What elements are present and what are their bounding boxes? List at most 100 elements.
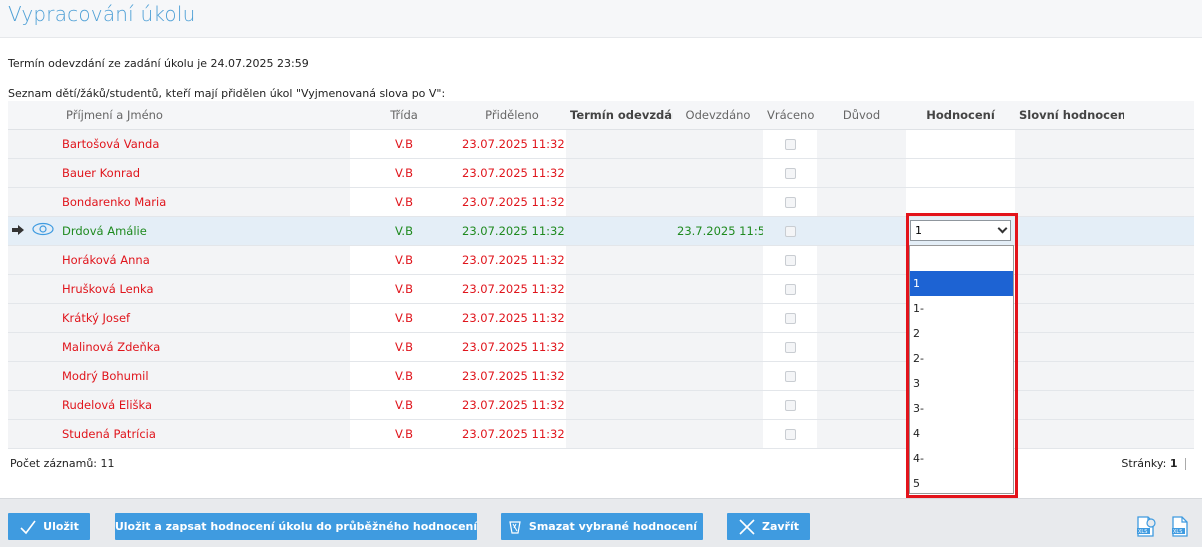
header-assigned[interactable]: Přiděleno [458,101,566,130]
grade-dropdown-list[interactable]: 1 1- 2 2- 3 3- 4 4- 5 [909,245,1014,494]
header-returned[interactable]: Vráceno [763,101,817,130]
reason-cell[interactable] [817,187,906,217]
returned-cell [763,158,817,188]
verbal-grade-cell[interactable] [1015,129,1124,159]
delete-selected-button[interactable]: Smazat vybrané hodnocení [501,513,703,540]
row-spacer [1124,303,1194,333]
row-arrow-cell [8,332,28,362]
header-verbal[interactable]: Slovní hodnocení [1015,101,1124,130]
grade-cell[interactable] [906,187,1015,217]
student-name[interactable]: Rudelová Eliška [58,390,350,420]
returned-checkbox[interactable] [784,225,796,237]
student-name[interactable]: Modrý Bohumil [58,361,350,391]
assigned-date: 23.07.2025 11:32 [458,303,566,333]
returned-checkbox[interactable] [784,196,796,208]
table-row[interactable]: Modrý Bohumil V.B 23.07.2025 11:32 [8,361,1194,391]
table-row[interactable]: Malinová Zdeňka V.B 23.07.2025 11:32 [8,332,1194,362]
header-name[interactable]: Příjmení a Jméno [58,101,350,130]
table-row[interactable]: Bondarenko Maria V.B 23.07.2025 11:32 [8,187,1194,217]
student-name[interactable]: Hrušková Lenka [58,274,350,304]
grade-option[interactable]: 4 [910,421,1013,446]
grade-option[interactable]: 5 [910,471,1013,496]
save-button[interactable]: Uložit [8,513,90,540]
verbal-grade-cell[interactable] [1015,245,1124,275]
close-button[interactable]: Zavřít [727,513,810,540]
student-name[interactable]: Malinová Zdeňka [58,332,350,362]
returned-checkbox[interactable] [784,283,796,295]
assigned-date: 23.07.2025 11:32 [458,129,566,159]
student-name[interactable]: Krátký Josef [58,303,350,333]
grade-option[interactable] [910,246,1013,271]
grade-option[interactable]: 3- [910,396,1013,421]
grade-option[interactable]: 2- [910,346,1013,371]
student-name[interactable]: Studená Patrícia [58,419,350,449]
table-row[interactable]: Krátký Josef V.B 23.07.2025 11:32 [8,303,1194,333]
grade-option[interactable]: 4- [910,446,1013,471]
reason-cell[interactable] [817,390,906,420]
save-and-record-button[interactable]: Uložit a zapsat hodnocení úkolu do průbě… [115,513,477,540]
row-arrow-cell [8,303,28,333]
student-name[interactable]: Bartošová Vanda [58,129,350,159]
student-name[interactable]: Bauer Konrad [58,158,350,188]
xls-settings-icon[interactable]: XLS [1134,515,1158,539]
row-spacer [1124,274,1194,304]
header-reason[interactable]: Důvod [817,101,906,130]
table-row[interactable]: Drdová Amálie V.B 23.07.2025 11:32 23.7.202… [8,216,1194,246]
reason-cell[interactable] [817,158,906,188]
verbal-grade-cell[interactable] [1015,332,1124,362]
reason-cell[interactable] [817,274,906,304]
grade-option[interactable]: 3 [910,371,1013,396]
xls-file-icon[interactable]: XLS [1169,515,1191,539]
student-name[interactable]: Drdová Amálie [58,216,350,246]
assigned-date: 23.07.2025 11:32 [458,390,566,420]
table-row[interactable]: Rudelová Eliška V.B 23.07.2025 11:32 [8,390,1194,420]
grade-select[interactable]: 1 [910,220,1011,241]
eraser-icon [509,520,521,534]
returned-checkbox[interactable] [784,167,796,179]
reason-cell[interactable] [817,419,906,449]
page-number[interactable]: 1 [1170,457,1178,470]
returned-checkbox[interactable] [784,138,796,150]
reason-cell[interactable] [817,332,906,362]
returned-checkbox[interactable] [784,254,796,266]
reason-cell[interactable] [817,303,906,333]
table-row[interactable]: Bartošová Vanda V.B 23.07.2025 11:32 [8,129,1194,159]
verbal-grade-cell[interactable] [1015,361,1124,391]
verbal-grade-cell[interactable] [1015,274,1124,304]
verbal-grade-cell[interactable] [1015,419,1124,449]
grade-option[interactable]: 2 [910,321,1013,346]
returned-checkbox[interactable] [784,312,796,324]
verbal-grade-cell[interactable] [1015,216,1124,246]
returned-checkbox[interactable] [784,370,796,382]
returned-checkbox[interactable] [784,428,796,440]
grade-cell[interactable] [906,129,1015,159]
student-name[interactable]: Horáková Anna [58,245,350,275]
table-row[interactable]: Studená Patrícia V.B 23.07.2025 11:32 [8,419,1194,449]
student-name[interactable]: Bondarenko Maria [58,187,350,217]
returned-checkbox[interactable] [784,399,796,411]
deadline-cell [566,158,673,188]
grade-option[interactable]: 1- [910,296,1013,321]
header-submitted[interactable]: Odevzdáno [673,101,763,130]
reason-cell[interactable] [817,129,906,159]
grade-option[interactable]: 1 [910,271,1013,296]
verbal-grade-cell[interactable] [1015,158,1124,188]
header-grade[interactable]: Hodnocení [906,101,1015,130]
assigned-date: 23.07.2025 11:32 [458,187,566,217]
reason-cell[interactable] [817,245,906,275]
verbal-grade-cell[interactable] [1015,303,1124,333]
header-class[interactable]: Třída [350,101,458,130]
reason-cell[interactable] [817,361,906,391]
grade-cell[interactable] [906,158,1015,188]
header-deadline[interactable]: Termín odevzdání [566,101,673,130]
verbal-grade-cell[interactable] [1015,390,1124,420]
table-row[interactable]: Bauer Konrad V.B 23.07.2025 11:32 [8,158,1194,188]
submitted-date: 23.7.2025 11:52 [673,216,763,246]
eye-icon[interactable] [32,222,54,236]
table-row[interactable]: Hrušková Lenka V.B 23.07.2025 11:32 [8,274,1194,304]
grade-cell[interactable]: 1 [906,216,1015,246]
verbal-grade-cell[interactable] [1015,187,1124,217]
returned-checkbox[interactable] [784,341,796,353]
reason-cell[interactable] [817,216,906,246]
table-row[interactable]: Horáková Anna V.B 23.07.2025 11:32 [8,245,1194,275]
